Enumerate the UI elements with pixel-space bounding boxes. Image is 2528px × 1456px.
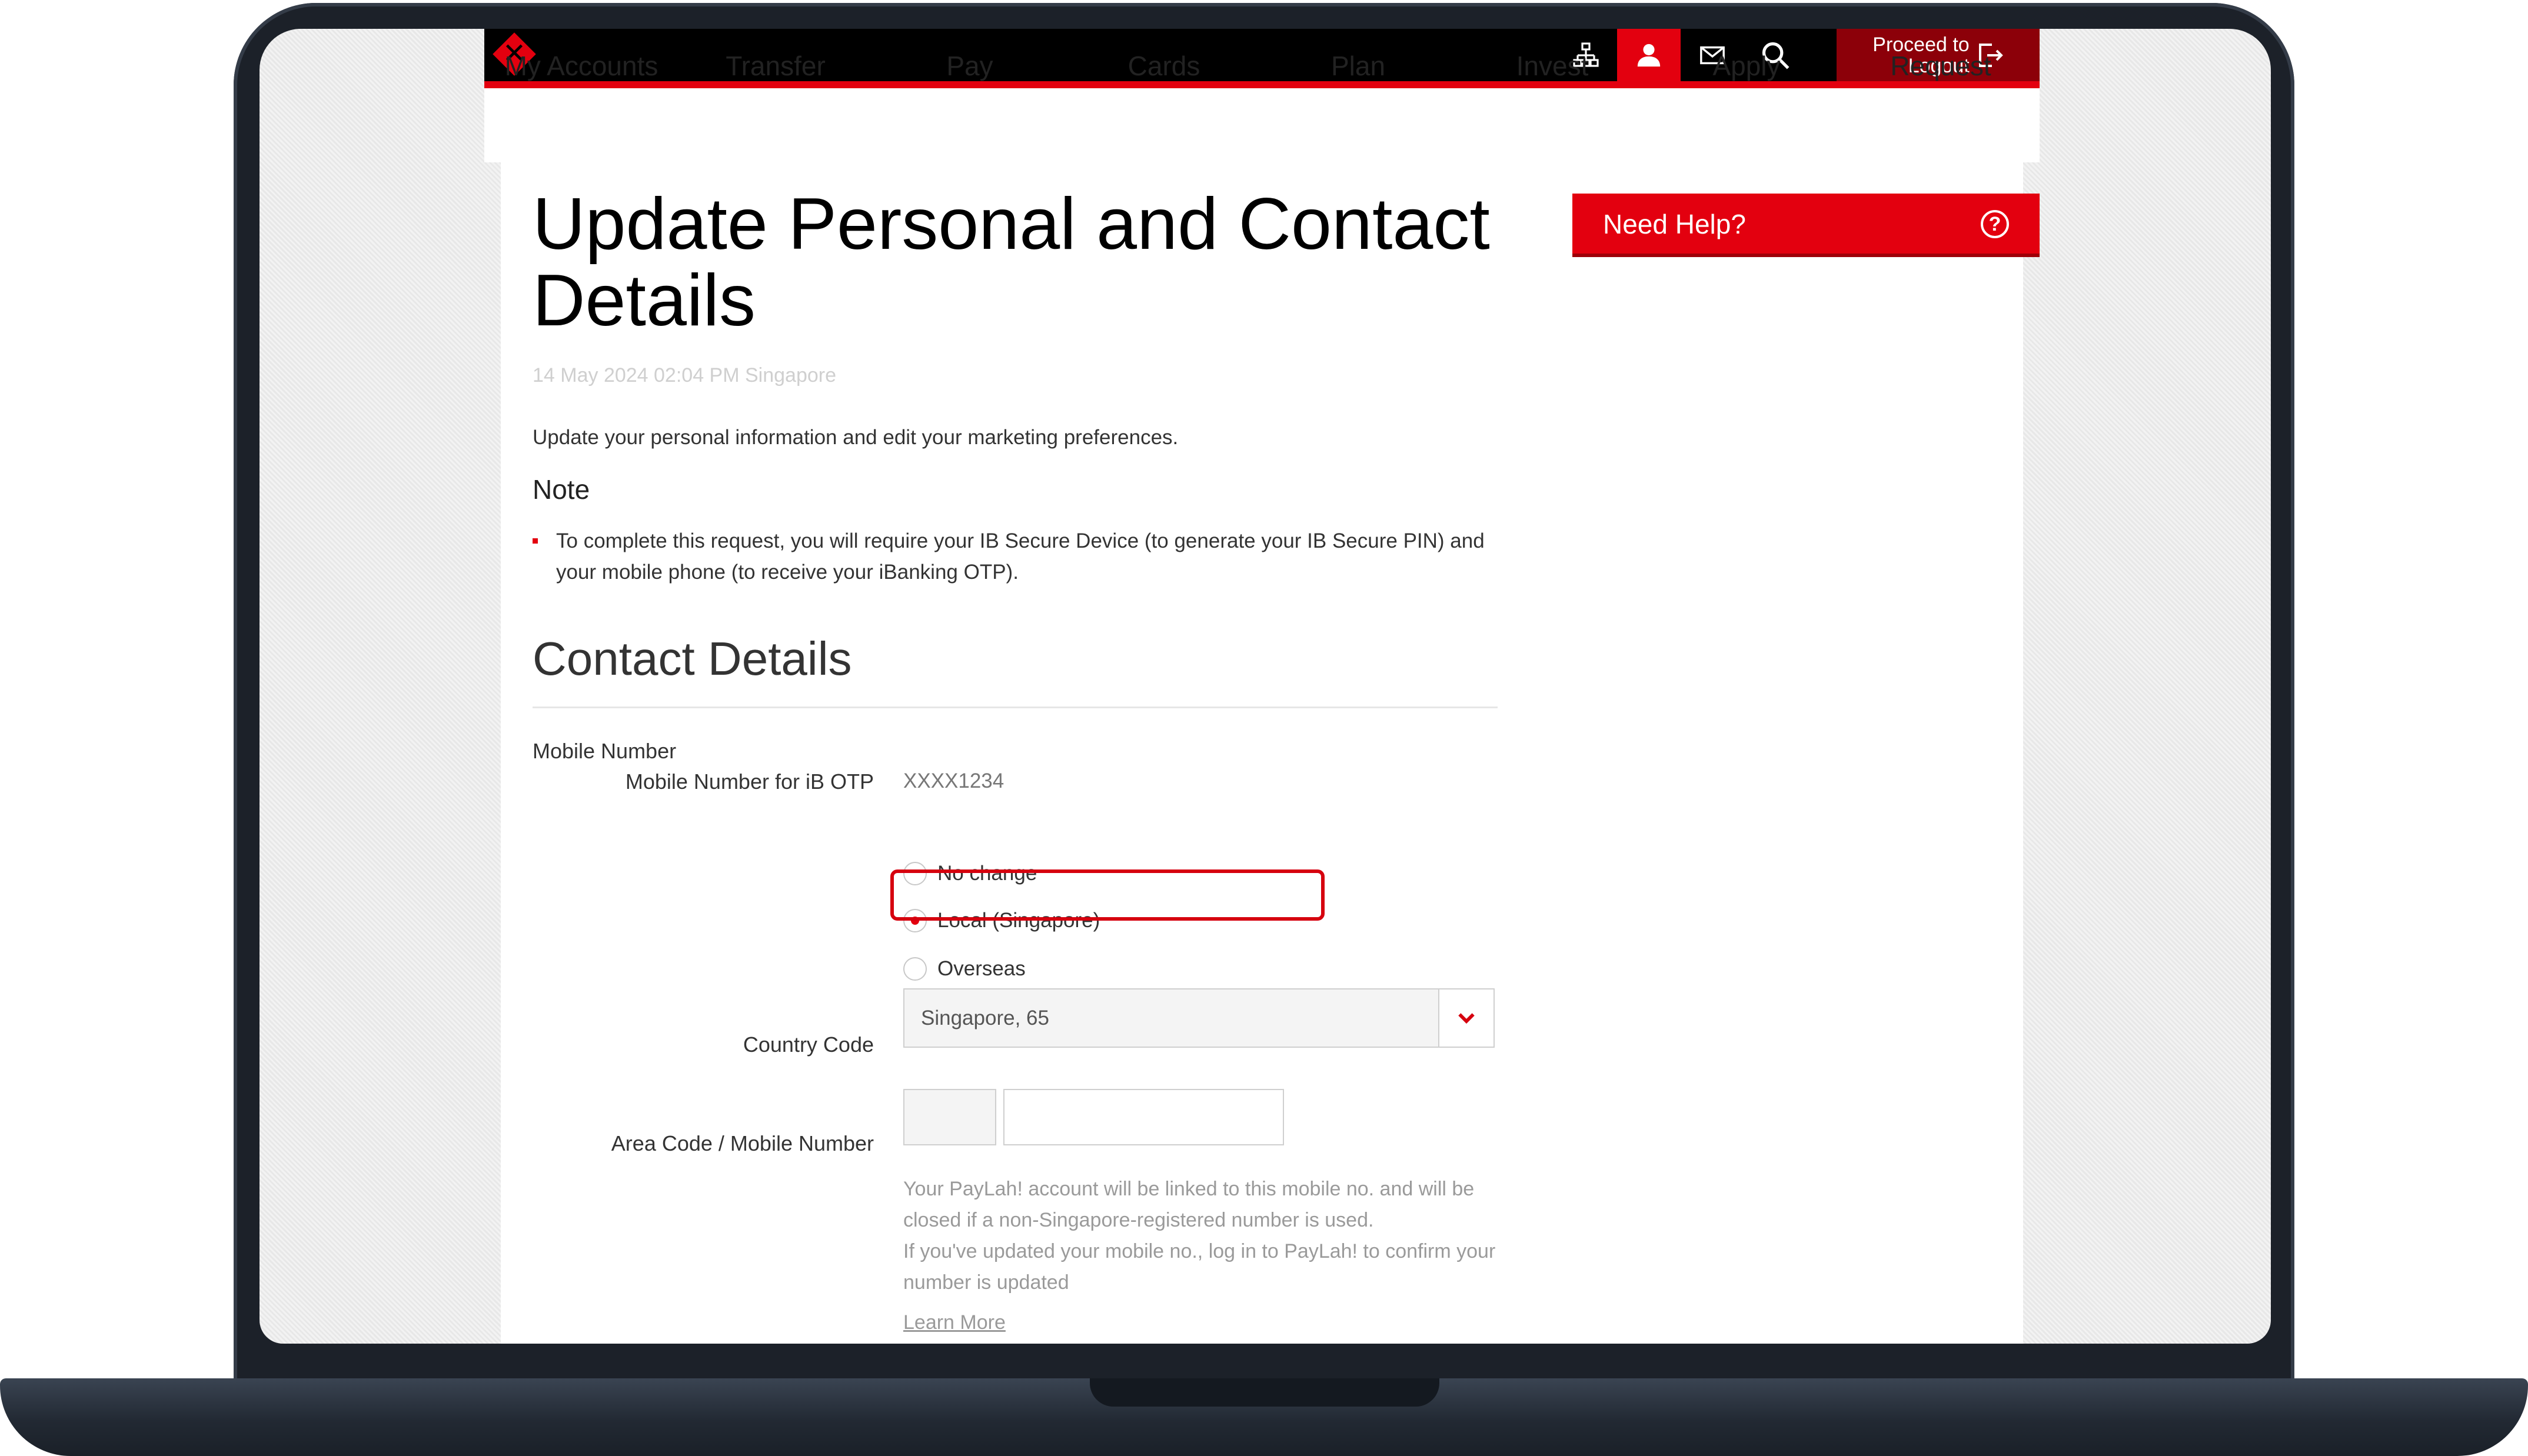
highlight-annotation: [890, 869, 1325, 921]
help-question-icon: ?: [1981, 210, 2009, 238]
intro-text: Update your personal information and edi…: [533, 426, 1179, 449]
laptop-notch: [1090, 1378, 1439, 1407]
chevron-down-icon[interactable]: [1438, 989, 1493, 1047]
country-code-label: Country Code: [743, 1032, 874, 1057]
mobile-number-label: Mobile Number: [533, 739, 677, 763]
section-title-contact: Contact Details: [533, 632, 852, 685]
page-title: Update Personal and Contact Details: [533, 184, 1490, 341]
nav-transfer[interactable]: Transfer: [678, 29, 873, 103]
mobile-number-input[interactable]: [1003, 1089, 1284, 1145]
radio-label: Overseas: [937, 957, 1026, 980]
nav-invest[interactable]: Invest: [1455, 29, 1649, 103]
nav-plan[interactable]: Plan: [1261, 29, 1455, 103]
nav-pay[interactable]: Pay: [873, 29, 1067, 103]
screen: ✕ Proceed to Logout My Accounts Transfer…: [260, 29, 2271, 1344]
radio-button[interactable]: [903, 957, 927, 981]
bullet-dot: [533, 538, 538, 544]
note-item: To complete this request, you will requi…: [533, 525, 1509, 588]
radio-overseas[interactable]: Overseas: [903, 954, 1026, 984]
need-help-label: Need Help?: [1603, 209, 1746, 239]
area-code-input[interactable]: [903, 1089, 996, 1145]
otp-mobile-label: Mobile Number for iB OTP: [625, 769, 874, 794]
note-text: To complete this request, you will requi…: [556, 529, 1485, 584]
section-divider: [533, 707, 1498, 708]
country-code-value: Singapore, 65: [921, 1007, 1049, 1029]
help-line-1: Your PayLah! account will be linked to t…: [903, 1178, 1475, 1231]
timestamp: 14 May 2024 02:04 PM Singapore: [533, 364, 837, 387]
nav-apply[interactable]: Apply: [1649, 29, 1844, 103]
nav-request[interactable]: Request: [1844, 29, 2038, 103]
need-help-button[interactable]: Need Help? ?: [1572, 194, 2040, 257]
country-code-select[interactable]: Singapore, 65: [903, 988, 1495, 1048]
nav-cards[interactable]: Cards: [1067, 29, 1261, 103]
paylah-help-text: Your PayLah! account will be linked to t…: [903, 1174, 1515, 1298]
nav-my-accounts[interactable]: My Accounts: [484, 29, 678, 103]
otp-mobile-value: XXXX1234: [903, 769, 1004, 792]
learn-more-link[interactable]: Learn More: [903, 1311, 1006, 1334]
area-mobile-label: Area Code / Mobile Number: [611, 1131, 874, 1155]
help-line-2: If you've updated your mobile no., log i…: [903, 1240, 1496, 1294]
note-heading: Note: [533, 474, 590, 505]
